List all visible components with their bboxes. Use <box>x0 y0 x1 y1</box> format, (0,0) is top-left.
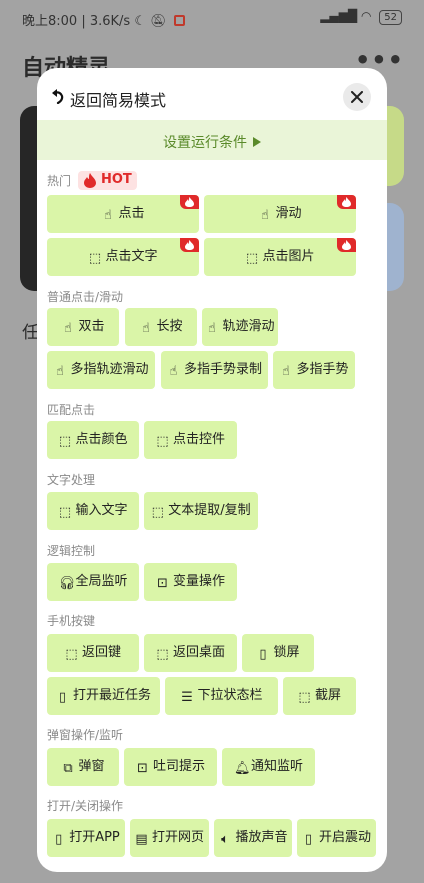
screenshot-icon: ⬚ <box>298 690 311 705</box>
action-picker-modal: 返回简易模式 设置运行条件 热门 HOT ☝ 点击 ☝ 滑动 ⬚ 点击文字 ⬚ … <box>37 68 387 872</box>
track-swipe-icon: ☝ <box>208 321 216 336</box>
signal-icon: ▂▄▆█ <box>320 9 358 23</box>
headphones-icon: 🎧︎ <box>58 576 75 591</box>
action-text-extract[interactable]: ⬚ 文本提取/复制 <box>144 492 258 530</box>
set-run-condition-label: 设置运行条件 <box>163 135 247 151</box>
action-screenshot[interactable]: ⬚ 截屏 <box>283 677 356 715</box>
action-multi-gesture-record[interactable]: ☝ 多指手势录制 <box>161 351 268 389</box>
bell-icon: 🔔︎ <box>233 761 251 776</box>
background-card-blue <box>384 203 404 291</box>
set-run-condition-bar[interactable]: 设置运行条件 <box>37 120 387 160</box>
action-back-home[interactable]: ⬚ 返回桌面 <box>144 634 237 672</box>
lock-screen-icon: ▯ <box>259 647 267 662</box>
multi-finger-icon: ☝ <box>282 364 290 379</box>
text-scan-icon: ⬚ <box>88 251 102 266</box>
action-variable-op[interactable]: ⊡ 变量操作 <box>144 563 237 601</box>
hot-flag-icon <box>337 238 356 252</box>
action-track-swipe[interactable]: ☝ 轨迹滑动 <box>202 308 278 346</box>
section-title-hot: 热门 <box>47 174 72 188</box>
status-time-speed: 晚上8:00 | 3.6K/s <box>22 14 131 29</box>
action-popup[interactable]: ⧉ 弹窗 <box>47 748 119 786</box>
close-icon <box>351 91 363 103</box>
section-title-normal: 普通点击/滑动 <box>47 290 124 304</box>
bell-off-icon: 🔕︎ <box>150 14 167 29</box>
close-button[interactable] <box>343 83 371 111</box>
back-key-icon: ⬚ <box>65 647 78 662</box>
action-click-text[interactable]: ⬚ 点击文字 <box>47 238 199 276</box>
recent-tasks-icon: ▯ <box>58 690 67 705</box>
hot-badge-label: HOT <box>101 172 132 187</box>
action-click-color[interactable]: ⬚ 点击颜色 <box>47 421 139 459</box>
hot-flag-icon <box>337 195 356 209</box>
section-title-logic: 逻辑控制 <box>47 544 96 558</box>
toast-icon: ⊡ <box>137 761 148 776</box>
app-icon: ▯ <box>55 832 63 847</box>
multi-finger-icon: ☝ <box>169 364 178 379</box>
battery-indicator: 52 <box>379 10 402 25</box>
multi-finger-icon: ☝ <box>56 364 64 379</box>
color-scan-icon: ⬚ <box>58 434 72 449</box>
wifi-icon: ◠ <box>360 9 372 23</box>
play-triangle-icon <box>253 137 261 147</box>
action-input-text[interactable]: ⬚ 输入文字 <box>47 492 139 530</box>
action-click-control[interactable]: ⬚ 点击控件 <box>144 421 237 459</box>
back-to-simple-mode[interactable]: 返回简易模式 <box>70 87 166 111</box>
action-double-click[interactable]: ☝ 双击 <box>47 308 119 346</box>
action-multi-gesture[interactable]: ☝ 多指手势 <box>273 351 355 389</box>
action-play-sound[interactable]: 🔈︎ 播放声音 <box>214 819 292 857</box>
image-scan-icon: ⬚ <box>245 251 259 266</box>
action-long-press[interactable]: ☝ 长按 <box>125 308 197 346</box>
status-bar: 晚上8:00 | 3.6K/s ☾ 🔕︎ ▂▄▆█ ◠ 52 <box>0 0 424 36</box>
action-global-listen[interactable]: 🎧︎全局监听 <box>47 563 139 601</box>
hot-flag-icon <box>180 238 199 252</box>
home-icon: ⬚ <box>156 647 169 662</box>
finger-swipe-icon: ☝ <box>261 208 269 223</box>
pull-down-icon: ☰ <box>181 690 193 705</box>
modal-header: 返回简易模式 <box>37 68 387 120</box>
section-title-open: 打开/关闭操作 <box>47 799 124 813</box>
action-click-image[interactable]: ⬚ 点击图片 <box>204 238 356 276</box>
popup-window-icon: ⧉ <box>63 761 73 776</box>
action-back-key[interactable]: ⬚ 返回键 <box>47 634 139 672</box>
speaker-icon: 🔈︎ <box>221 832 229 847</box>
hot-flag-icon <box>180 195 199 209</box>
background-card-green <box>384 106 404 186</box>
control-scan-icon: ⬚ <box>156 434 169 449</box>
action-click[interactable]: ☝ 点击 <box>47 195 199 233</box>
action-recent-tasks[interactable]: ▯ 打开最近任务 <box>47 677 160 715</box>
web-icon: ▤ <box>135 832 148 847</box>
action-swipe[interactable]: ☝ 滑动 <box>204 195 356 233</box>
text-copy-icon: ⬚ <box>151 505 164 520</box>
moon-icon: ☾ <box>134 14 146 29</box>
flame-icon <box>84 173 96 188</box>
section-title-keys: 手机按键 <box>47 614 96 628</box>
record-icon <box>173 15 185 26</box>
status-left: 晚上8:00 | 3.6K/s ☾ 🔕︎ <box>22 10 185 29</box>
section-title-match: 匹配点击 <box>47 403 96 417</box>
section-title-popup: 弹窗操作/监听 <box>47 728 124 742</box>
action-open-web[interactable]: ▤ 打开网页 <box>130 819 209 857</box>
status-right: ▂▄▆█ ◠ 52 <box>320 9 402 25</box>
hot-badge: HOT <box>78 171 137 190</box>
action-lock-screen[interactable]: ▯ 锁屏 <box>242 634 314 672</box>
action-vibrate[interactable]: ▯ 开启震动 <box>297 819 376 857</box>
double-tap-icon: ☝ <box>64 321 72 336</box>
variable-icon: ⊡ <box>157 576 168 591</box>
text-input-icon: ⬚ <box>58 505 72 520</box>
action-toast[interactable]: ⊡ 吐司提示 <box>124 748 217 786</box>
finger-tap-icon: ☝ <box>104 208 112 223</box>
action-multi-track-swipe[interactable]: ☝ 多指轨迹滑动 <box>47 351 155 389</box>
action-pull-status-bar[interactable]: ☰ 下拉状态栏 <box>165 677 278 715</box>
long-press-icon: ☝ <box>142 321 150 336</box>
action-notify-listen[interactable]: 🔔︎通知监听 <box>222 748 315 786</box>
action-open-app[interactable]: ▯ 打开APP <box>47 819 125 857</box>
undo-arrow-icon[interactable] <box>51 88 65 104</box>
section-title-text: 文字处理 <box>47 473 96 487</box>
vibrate-icon: ▯ <box>304 832 313 847</box>
